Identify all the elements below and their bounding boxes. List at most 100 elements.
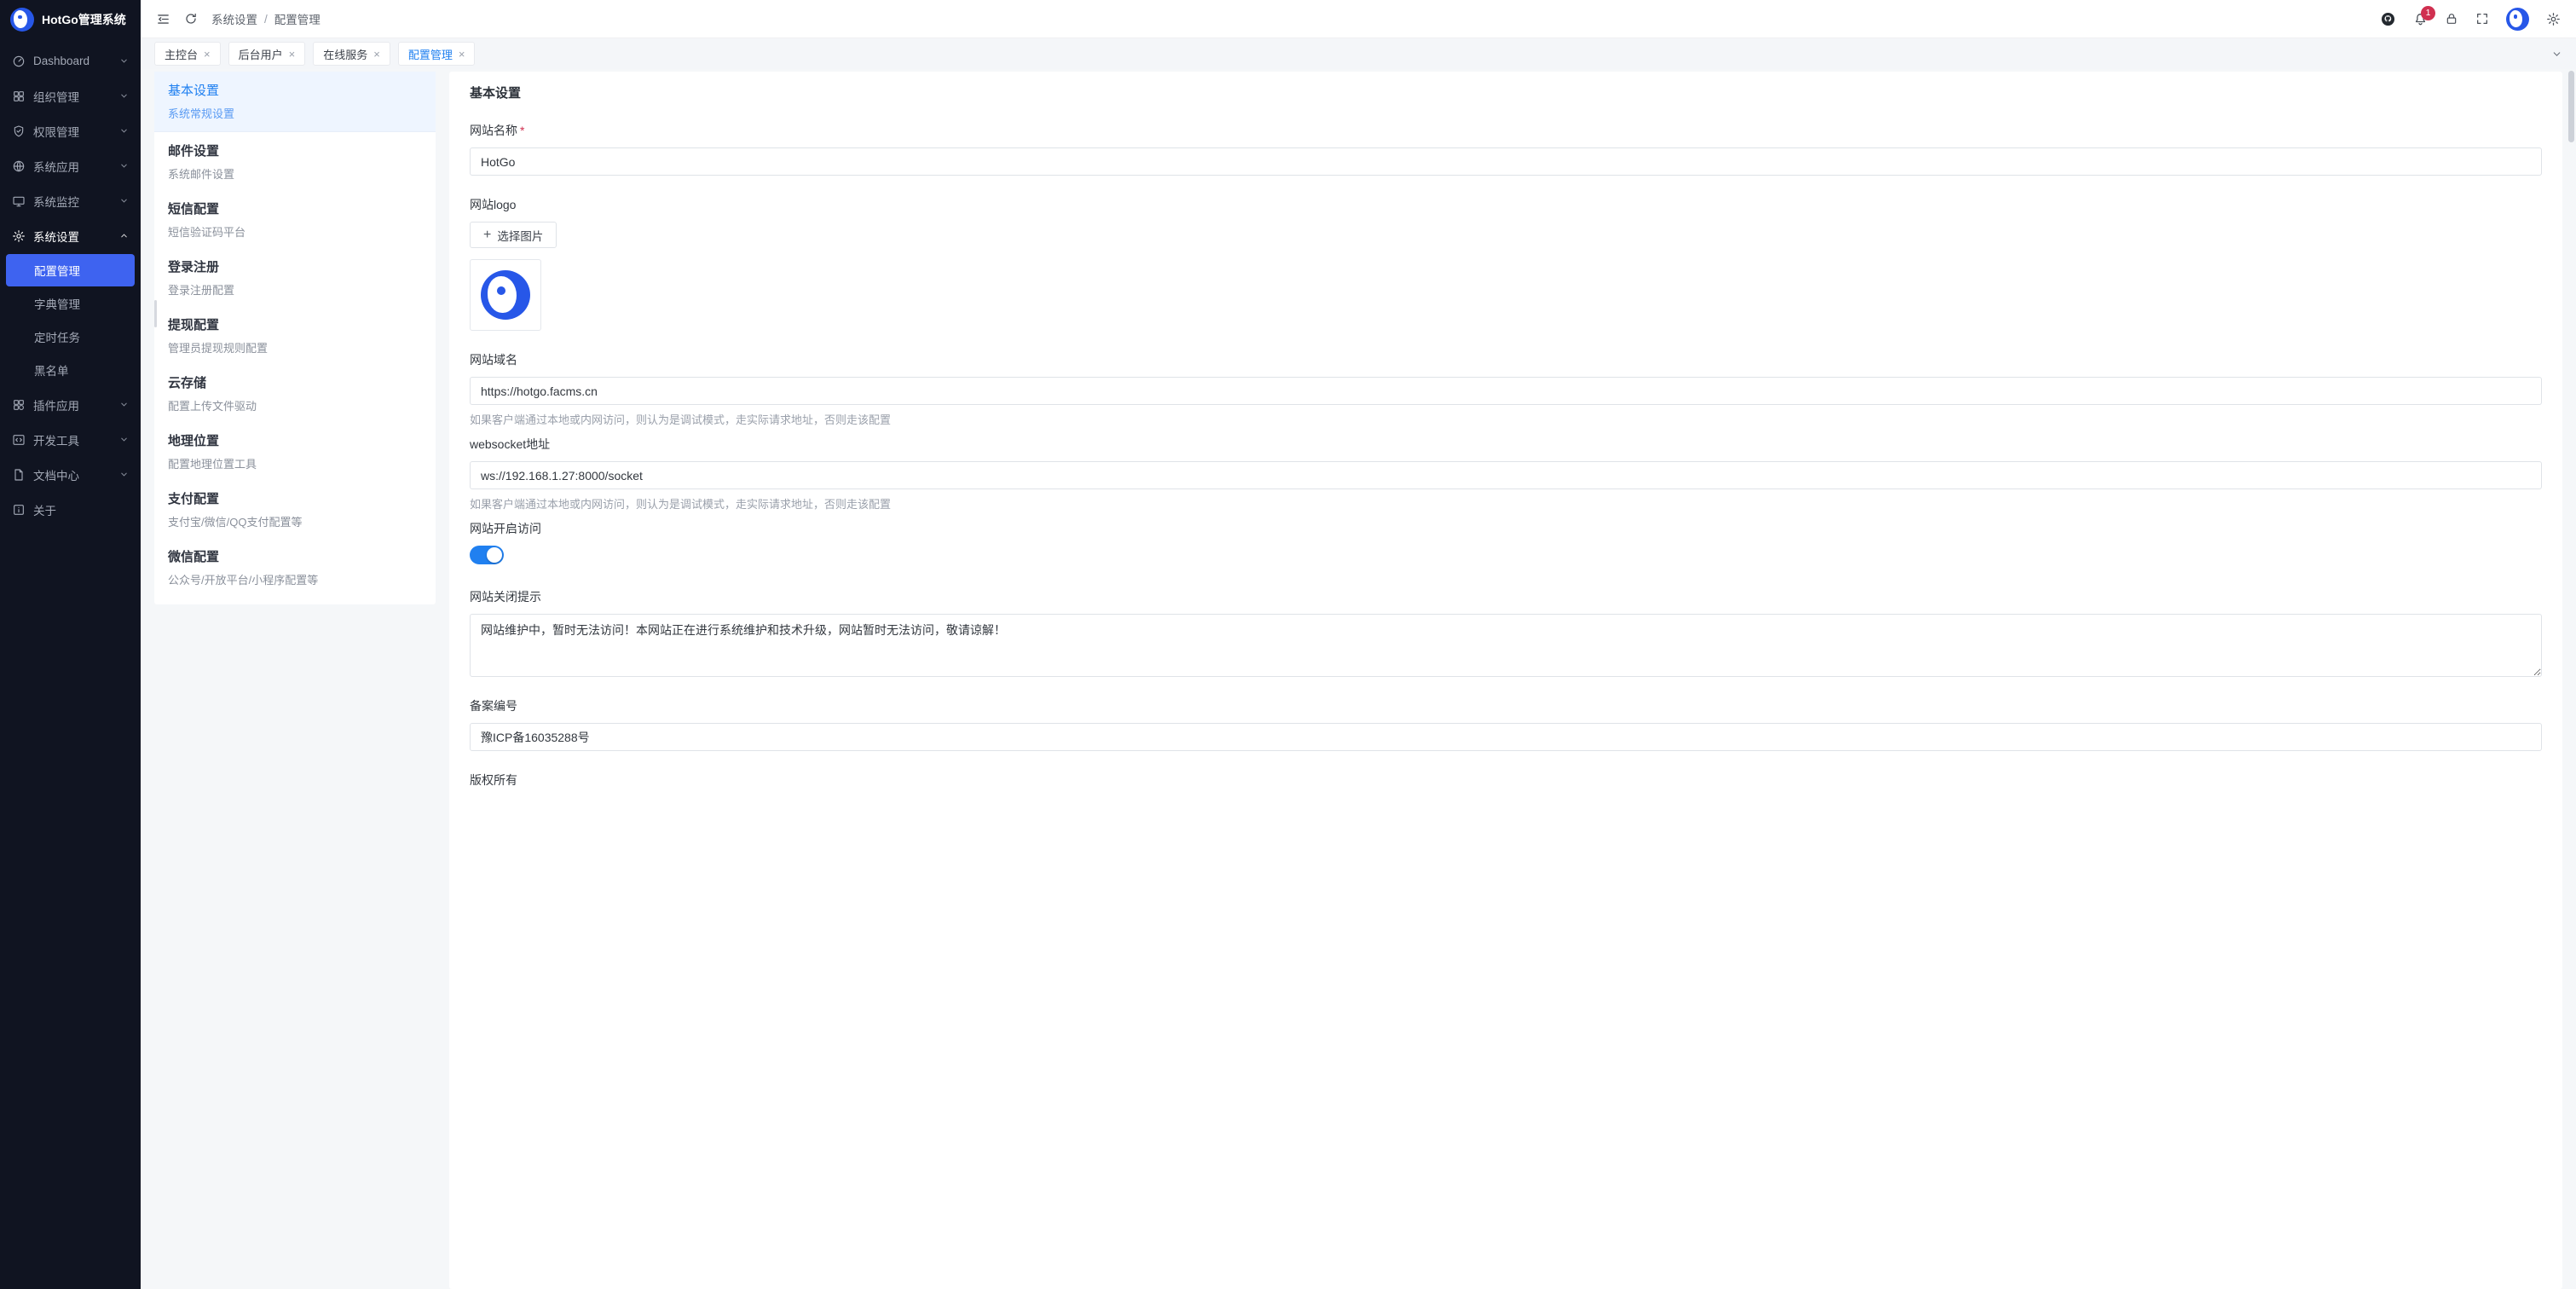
chevron-down-icon (119, 56, 129, 66)
settings-menu-payment[interactable]: 支付配置 支付宝/微信/QQ支付配置等 (168, 480, 422, 538)
lock-screen-icon[interactable] (2445, 12, 2458, 26)
sidebar-item-about[interactable]: 关于 (0, 492, 141, 527)
settings-item-title: 短信配置 (168, 199, 422, 217)
tab-bar: 主控台 × 后台用户 × 在线服务 × 配置管理 × (141, 38, 2576, 69)
dashboard-icon (12, 55, 26, 68)
settings-gear-icon[interactable] (2546, 12, 2561, 26)
settings-menu-geo[interactable]: 地理位置 配置地理位置工具 (168, 422, 422, 480)
sidebar-item-system-settings[interactable]: 系统设置 (0, 218, 141, 253)
sidebar-subitem-blacklist[interactable]: 黑名单 (6, 354, 135, 386)
basic-settings-form: 基本设置 网站名称 * 网站logo + 选择图片 网站域名 (449, 72, 2562, 1289)
tab-close-icon[interactable]: × (373, 49, 380, 60)
settings-item-title: 提现配置 (168, 315, 422, 333)
settings-item-title: 微信配置 (168, 547, 422, 565)
settings-item-subtitle: 短信验证码平台 (168, 223, 422, 240)
websocket-input[interactable] (470, 461, 2542, 489)
app-logo-row[interactable]: HotGo管理系统 (0, 0, 141, 38)
site-domain-input[interactable] (470, 377, 2542, 405)
site-name-label: 网站名称 * (470, 122, 2542, 139)
upload-button-label: 选择图片 (497, 227, 543, 244)
breadcrumb-item[interactable]: 系统设置 (211, 10, 257, 27)
required-asterisk: * (520, 124, 524, 137)
page-scrollbar-track[interactable] (2567, 69, 2576, 1289)
tab-console[interactable]: 主控台 × (154, 42, 221, 66)
settings-menu-cloud-storage[interactable]: 云存储 配置上传文件驱动 (168, 364, 422, 422)
settings-item-title: 登录注册 (168, 257, 422, 275)
sidebar-item-label: 关于 (33, 501, 129, 518)
document-icon (12, 468, 26, 482)
label-text: 网站logo (470, 196, 516, 213)
settings-item-subtitle: 公众号/开放平台/小程序配置等 (168, 571, 422, 587)
fullscreen-icon[interactable] (2475, 12, 2489, 26)
settings-item-subtitle: 系统常规设置 (168, 105, 422, 121)
app-logo-icon (10, 8, 34, 32)
settings-item-subtitle: 支付宝/微信/QQ支付配置等 (168, 513, 422, 529)
submenu-item-label: 字典管理 (34, 295, 80, 312)
copyright-label: 版权所有 (470, 772, 2542, 789)
breadcrumb-item[interactable]: 配置管理 (274, 10, 321, 27)
tab-config-management[interactable]: 配置管理 × (398, 42, 476, 66)
site-access-toggle[interactable] (470, 546, 504, 564)
notifications-bell-icon[interactable]: 1 (2413, 12, 2428, 26)
sidebar-item-docs[interactable]: 文档中心 (0, 457, 141, 492)
site-name-input[interactable] (470, 147, 2542, 176)
sidebar-subitem-cron[interactable]: 定时任务 (6, 321, 135, 353)
app-title: HotGo管理系统 (42, 11, 126, 28)
settings-menu-sms[interactable]: 短信配置 短信验证码平台 (168, 190, 422, 248)
tab-close-icon[interactable]: × (289, 49, 296, 60)
label-text: 版权所有 (470, 772, 517, 789)
close-tip-textarea[interactable]: 网站维护中，暂时无法访问！本网站正在进行系统维护和技术升级，网站暂时无法访问，敬… (470, 614, 2542, 677)
websocket-label: websocket地址 (470, 436, 2542, 453)
sidebar-item-label: 文档中心 (33, 466, 112, 483)
site-logo-label: 网站logo (470, 196, 2542, 213)
tab-close-icon[interactable]: × (459, 49, 465, 60)
sidebar: HotGo管理系统 Dashboard 组织管理 (0, 0, 141, 1289)
tab-label: 在线服务 (323, 46, 367, 62)
page-scrollbar-thumb[interactable] (2568, 71, 2574, 142)
icp-input[interactable] (470, 723, 2542, 751)
label-text: 网站开启访问 (470, 520, 541, 537)
top-header: 系统设置 / 配置管理 1 (141, 0, 2576, 38)
sidebar-item-system-monitor[interactable]: 系统监控 (0, 183, 141, 218)
refresh-icon[interactable] (184, 12, 198, 26)
sidebar-subitem-config[interactable]: 配置管理 (6, 254, 135, 286)
settings-menu-login[interactable]: 登录注册 登录注册配置 (168, 248, 422, 306)
site-access-label: 网站开启访问 (470, 520, 2542, 537)
tab-online-service[interactable]: 在线服务 × (313, 42, 390, 66)
sidebar-item-permissions[interactable]: 权限管理 (0, 113, 141, 148)
label-text: websocket地址 (470, 436, 550, 453)
settings-item-title: 地理位置 (168, 431, 422, 449)
sidebar-item-dev-tools[interactable]: 开发工具 (0, 422, 141, 457)
sidebar-subitem-dictionary[interactable]: 字典管理 (6, 287, 135, 320)
app-root: HotGo管理系统 Dashboard 组织管理 (0, 0, 2576, 1289)
tab-admin-users[interactable]: 后台用户 × (228, 42, 306, 66)
label-text: 网站名称 (470, 122, 517, 139)
settings-menu-withdraw[interactable]: 提现配置 管理员提现规则配置 (168, 306, 422, 364)
chevron-down-icon (119, 126, 129, 136)
settings-menu-email[interactable]: 邮件设置 系统邮件设置 (168, 132, 422, 190)
settings-menu-basic[interactable]: 基本设置 系统常规设置 (154, 72, 436, 132)
tabs-dropdown-button[interactable] (2551, 49, 2562, 60)
submenu-item-label: 配置管理 (34, 262, 80, 279)
github-icon[interactable] (2380, 11, 2396, 27)
main-column: 系统设置 / 配置管理 1 (141, 0, 2576, 1289)
header-actions: 1 (2380, 8, 2561, 31)
settings-item-title: 基本设置 (168, 81, 422, 99)
user-avatar[interactable] (2506, 8, 2529, 31)
panel-scrollbar-thumb[interactable] (154, 300, 157, 327)
choose-image-button[interactable]: + 选择图片 (470, 222, 557, 248)
sidebar-item-dashboard[interactable]: Dashboard (0, 43, 141, 78)
settings-menu-wechat[interactable]: 微信配置 公众号/开放平台/小程序配置等 (168, 538, 422, 596)
submenu-item-label: 黑名单 (34, 361, 69, 379)
collapse-sidebar-icon[interactable] (156, 12, 170, 26)
site-logo-image (481, 270, 530, 320)
sidebar-item-organization[interactable]: 组织管理 (0, 78, 141, 113)
site-logo-preview[interactable] (470, 259, 541, 331)
settings-item-subtitle: 配置上传文件驱动 (168, 397, 422, 413)
submenu-item-label: 定时任务 (34, 328, 80, 345)
sidebar-item-plugins[interactable]: 插件应用 (0, 387, 141, 422)
chevron-down-icon (119, 435, 129, 444)
sidebar-item-system-apps[interactable]: 系统应用 (0, 148, 141, 183)
tab-close-icon[interactable]: × (204, 49, 211, 60)
settings-item-subtitle: 登录注册配置 (168, 281, 422, 298)
